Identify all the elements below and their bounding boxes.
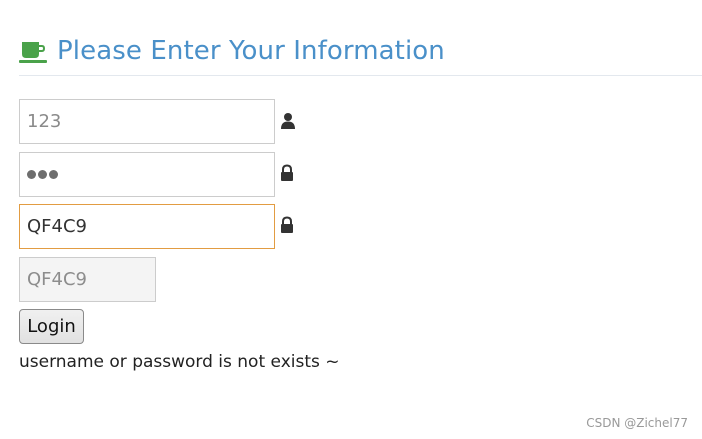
login-page: Please Enter Your Information 123 QF4C9 …: [0, 0, 702, 439]
user-icon: [281, 113, 295, 129]
error-message: username or password is not exists ~: [19, 352, 340, 372]
watermark: CSDN @Zichel77: [586, 416, 688, 430]
captcha-input[interactable]: QF4C9: [19, 204, 275, 249]
login-button[interactable]: Login: [19, 309, 84, 344]
username-input[interactable]: 123: [19, 99, 275, 144]
password-mask: [27, 153, 60, 195]
coffee-cup-icon: [19, 42, 47, 63]
form-header: Please Enter Your Information: [19, 34, 702, 76]
lock-icon: [281, 216, 293, 233]
lock-icon: [281, 164, 293, 181]
captcha-image[interactable]: QF4C9: [19, 257, 156, 302]
password-input[interactable]: [19, 152, 275, 197]
page-title: Please Enter Your Information: [57, 36, 445, 66]
